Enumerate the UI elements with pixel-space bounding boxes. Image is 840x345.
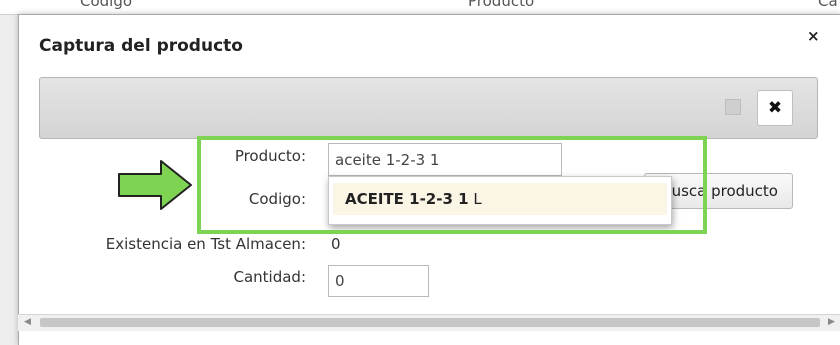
scrollbar-thumb[interactable]: [40, 318, 820, 327]
background-table-header: Codigo Producto Ca: [0, 0, 840, 15]
horizontal-scrollbar[interactable]: ◀ ▶: [18, 314, 840, 331]
disabled-square-icon: [725, 99, 741, 115]
producto-label: Producto:: [234, 147, 306, 165]
column-header-cantidad: Ca: [818, 0, 838, 10]
close-icon: ✖: [767, 98, 783, 118]
existencia-value: 0: [331, 235, 341, 253]
caret-right-icon[interactable]: ▶: [828, 317, 835, 327]
cantidad-label: Cantidad:: [233, 268, 306, 286]
dialog-toolbar: ✖: [39, 77, 818, 139]
autocomplete-item[interactable]: ACEITE 1-2-3 1 L: [333, 183, 667, 215]
codigo-label: Codigo:: [248, 190, 306, 208]
cantidad-input[interactable]: [328, 265, 429, 297]
column-header-producto: Producto: [468, 0, 535, 10]
existencia-label: Existencia en Tst Almacen:: [105, 235, 306, 253]
autocomplete-dropdown: ACEITE 1-2-3 1 L: [328, 176, 672, 225]
toolbar-close-button[interactable]: ✖: [757, 90, 793, 126]
arrow-right-icon: [118, 160, 192, 210]
dialog-close-icon[interactable]: ×: [807, 27, 820, 45]
autocomplete-item-rest: L: [468, 190, 482, 208]
producto-input[interactable]: [328, 143, 562, 176]
autocomplete-item-match: ACEITE 1-2-3 1: [345, 190, 469, 208]
dialog-title: Captura del producto: [39, 36, 243, 56]
caret-left-icon[interactable]: ◀: [24, 317, 31, 327]
column-header-codigo: Codigo: [80, 0, 133, 10]
